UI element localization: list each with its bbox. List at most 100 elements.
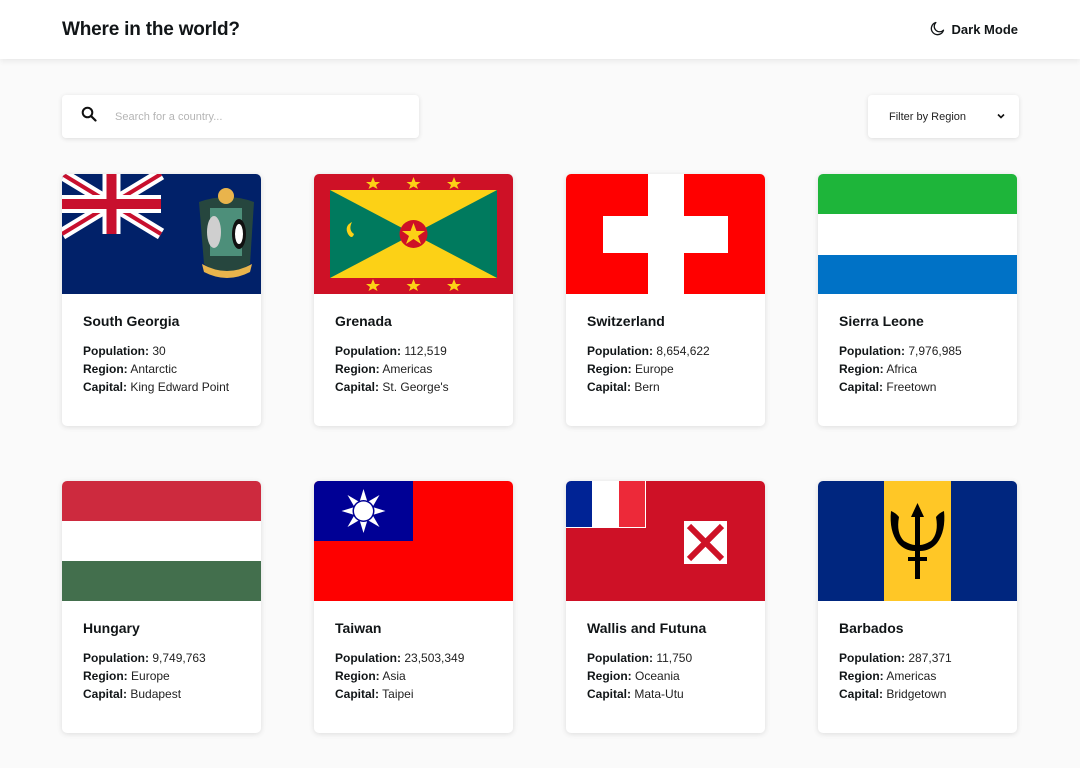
capital-row: Capital: Freetown (839, 378, 996, 396)
region-row: Region: Antarctic (83, 360, 240, 378)
flag-barbados-icon (818, 481, 1017, 601)
country-name: Hungary (83, 620, 140, 636)
country-card-taiwan[interactable]: Taiwan Population: 23,503,349 Region: As… (314, 481, 513, 733)
country-name: Switzerland (587, 313, 665, 329)
region-value: Americas (886, 669, 937, 683)
capital-row: Capital: Taipei (335, 685, 492, 703)
country-name: Barbados (839, 620, 904, 636)
region-value: Antarctic (130, 362, 178, 376)
country-card-switzerland[interactable]: Switzerland Population: 8,654,622 Region… (566, 174, 765, 426)
country-card-wallis-and-futuna[interactable]: Wallis and Futuna Population: 11,750 Reg… (566, 481, 765, 733)
population-value: 30 (152, 344, 166, 358)
app-header: Where in the world? Dark Mode (0, 0, 1080, 59)
region-label: Region: (83, 362, 128, 376)
card-body: Sierra Leone Population: 7,976,985 Regio… (818, 294, 1017, 396)
flag-wallis-and-futuna-icon (566, 481, 765, 601)
card-body: Taiwan Population: 23,503,349 Region: As… (314, 601, 513, 703)
capital-row: Capital: Budapest (83, 685, 240, 703)
region-value: Asia (382, 669, 406, 683)
capital-value: King Edward Point (130, 380, 230, 394)
population-label: Population: (335, 344, 401, 358)
population-label: Population: (839, 651, 905, 665)
population-label: Population: (83, 344, 149, 358)
capital-label: Capital: (83, 380, 128, 394)
country-card-south-georgia[interactable]: South Georgia Population: 30 Region: Ant… (62, 174, 261, 426)
region-label: Region: (335, 362, 380, 376)
card-body: Wallis and Futuna Population: 11,750 Reg… (566, 601, 765, 703)
capital-value: Bridgetown (886, 687, 947, 701)
capital-label: Capital: (839, 380, 884, 394)
region-value: Americas (382, 362, 433, 376)
population-value: 287,371 (908, 651, 952, 665)
search-box (62, 95, 419, 138)
country-card-barbados[interactable]: Barbados Population: 287,371 Region: Ame… (818, 481, 1017, 733)
app-title: Where in the world? (62, 18, 240, 40)
population-row: Population: 23,503,349 (335, 649, 492, 667)
population-row: Population: 11,750 (587, 649, 744, 667)
chevron-down-icon (997, 111, 1005, 123)
region-row: Region: Europe (83, 667, 240, 685)
region-row: Region: Asia (335, 667, 492, 685)
search-icon (81, 106, 97, 127)
population-label: Population: (335, 651, 401, 665)
population-label: Population: (839, 344, 905, 358)
region-row: Region: Americas (335, 360, 492, 378)
capital-value: Mata-Utu (634, 687, 684, 701)
capital-value: Freetown (886, 380, 937, 394)
capital-value: Taipei (382, 687, 414, 701)
population-value: 8,654,622 (656, 344, 710, 358)
card-body: Switzerland Population: 8,654,622 Region… (566, 294, 765, 396)
region-label: Region: (335, 669, 380, 683)
region-label: Region: (839, 362, 884, 376)
capital-label: Capital: (335, 380, 380, 394)
capital-row: Capital: Mata-Utu (587, 685, 744, 703)
population-value: 23,503,349 (404, 651, 465, 665)
capital-label: Capital: (839, 687, 884, 701)
region-row: Region: Oceania (587, 667, 744, 685)
population-label: Population: (587, 344, 653, 358)
population-value: 9,749,763 (152, 651, 206, 665)
region-value: Oceania (635, 669, 680, 683)
country-card-hungary[interactable]: Hungary Population: 9,749,763 Region: Eu… (62, 481, 261, 733)
region-row: Region: Africa (839, 360, 996, 378)
flag-taiwan-icon (314, 481, 513, 601)
capital-row: Capital: King Edward Point (83, 378, 240, 396)
flag-south-georgia-icon (62, 174, 261, 294)
country-name: Sierra Leone (839, 313, 924, 329)
population-row: Population: 7,976,985 (839, 342, 996, 360)
region-label: Region: (83, 669, 128, 683)
region-filter-label: Filter by Region (889, 110, 967, 123)
dark-mode-toggle[interactable]: Dark Mode (930, 21, 1018, 39)
country-card-grenada[interactable]: Grenada Population: 112,519 Region: Amer… (314, 174, 513, 426)
card-body: South Georgia Population: 30 Region: Ant… (62, 294, 261, 396)
population-value: 7,976,985 (908, 344, 962, 358)
region-label: Region: (587, 362, 632, 376)
card-body: Barbados Population: 287,371 Region: Ame… (818, 601, 1017, 703)
region-filter-dropdown[interactable]: Filter by Region (868, 95, 1019, 138)
population-row: Population: 9,749,763 (83, 649, 240, 667)
region-label: Region: (587, 669, 632, 683)
region-row: Region: Americas (839, 667, 996, 685)
region-value: Europe (131, 669, 170, 683)
population-label: Population: (587, 651, 653, 665)
dark-mode-label: Dark Mode (951, 22, 1018, 37)
country-name: Wallis and Futuna (587, 620, 707, 636)
flag-grenada-icon (314, 174, 513, 294)
flag-switzerland-icon (566, 174, 765, 294)
search-input[interactable] (115, 110, 395, 123)
capital-label: Capital: (83, 687, 128, 701)
moon-icon (930, 21, 945, 39)
capital-value: Budapest (130, 687, 182, 701)
region-value: Africa (886, 362, 918, 376)
country-name: Grenada (335, 313, 392, 329)
population-row: Population: 8,654,622 (587, 342, 744, 360)
capital-row: Capital: St. George's (335, 378, 492, 396)
country-name: South Georgia (83, 313, 180, 329)
card-body: Hungary Population: 9,749,763 Region: Eu… (62, 601, 261, 703)
country-grid: South Georgia Population: 30 Region: Ant… (62, 174, 1017, 733)
flag-hungary-icon (62, 481, 261, 601)
region-value: Europe (635, 362, 674, 376)
population-row: Population: 112,519 (335, 342, 492, 360)
capital-row: Capital: Bern (587, 378, 744, 396)
country-card-sierra-leone[interactable]: Sierra Leone Population: 7,976,985 Regio… (818, 174, 1017, 426)
